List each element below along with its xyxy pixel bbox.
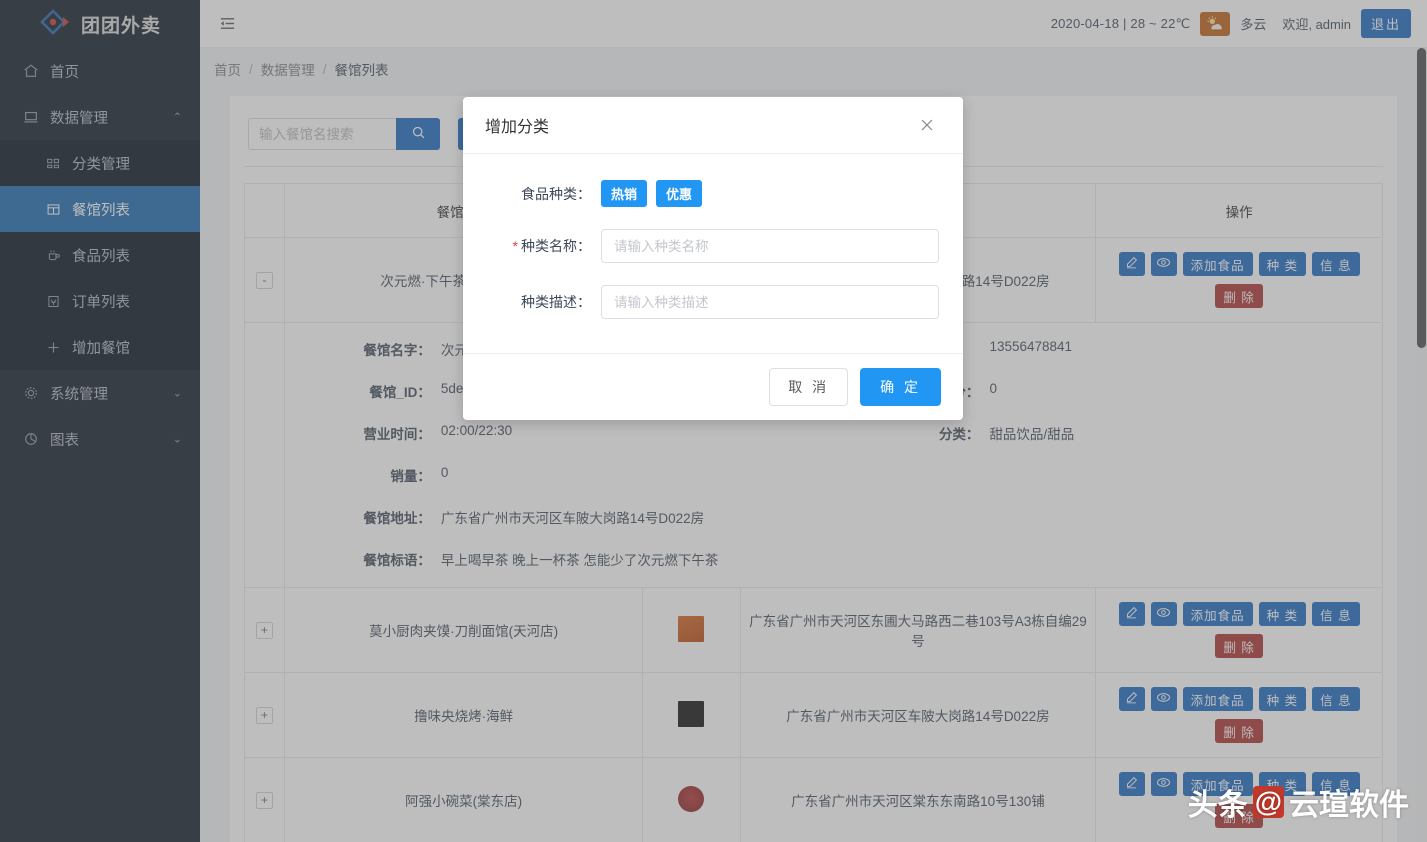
category-name-label: * 种类名称： [463,236,601,256]
tag-discount[interactable]: 优惠 [656,180,703,207]
food-type-tag-group: 热销 优惠 [601,180,703,207]
required-star: * [512,238,518,254]
category-desc-row: 种类描述： [463,285,963,319]
food-type-label: 食品种类： [521,185,591,202]
category-name-input[interactable] [601,229,939,263]
close-icon[interactable] [913,116,941,134]
cancel-button[interactable]: 取 消 [769,368,849,406]
confirm-button[interactable]: 确 定 [860,368,941,406]
tag-hot-sale[interactable]: 热销 [601,180,648,207]
category-desc-input[interactable] [601,285,939,319]
modal-header: 增加分类 [463,97,963,154]
food-type-row: 食品种类： 热销 优惠 [463,180,963,207]
modal-body: 食品种类： 热销 优惠 *种类名称： 种类描述： [463,154,963,353]
modal-title: 增加分类 [485,119,550,136]
category-name-label-text: 种类名称： [521,238,591,254]
modal-footer: 取 消 确 定 [463,353,963,420]
category-desc-label: 种类描述： [521,294,591,310]
add-category-modal: 增加分类 食品种类： 热销 优惠 * 种类名称： 请输入种类名称 种类描述： 请… [463,97,963,420]
application-root: 团团外卖 首页 数据管理 ⌃ 分类管理 餐馆列表 食品列表 订单列表 增加餐馆 … [0,0,1427,842]
category-name-row: * 种类名称： [463,229,963,263]
